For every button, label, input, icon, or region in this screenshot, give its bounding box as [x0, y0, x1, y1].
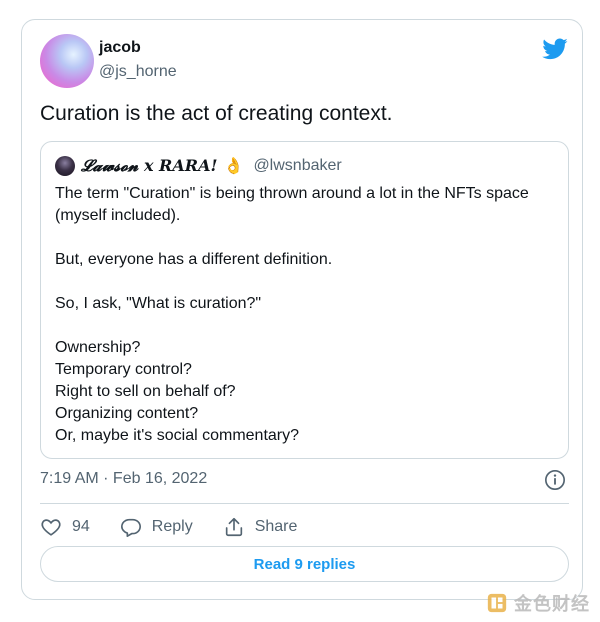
twitter-bird-icon[interactable] [542, 36, 568, 62]
quoted-author-handle[interactable]: @lwsnbaker [253, 157, 341, 175]
quoted-tweet-line: Ownership? [55, 339, 141, 356]
read-replies-button[interactable]: Read 9 replies [40, 546, 569, 582]
share-button[interactable]: Share [223, 516, 298, 538]
author-avatar[interactable] [40, 34, 94, 88]
quoted-author-name[interactable]: 𝓛𝓪𝔀𝓼𝓸𝓷 x RARA! [81, 156, 218, 176]
quoted-tweet-line: Organizing content? [55, 405, 199, 422]
watermark-text: 金色财经 [514, 594, 590, 614]
quoted-tweet-line: (myself included). [55, 207, 181, 224]
tweet-timestamp[interactable]: 7:19 AM · Feb 16, 2022 [40, 470, 207, 488]
heart-icon [41, 519, 61, 536]
quoted-tweet-line: Or, maybe it's social commentary? [55, 427, 300, 444]
ok-hand-emoji-icon: 👌 [223, 158, 244, 175]
quoted-tweet-line: Temporary control? [55, 361, 192, 378]
quoted-tweet-line: The term "Curation" is being thrown arou… [55, 185, 529, 202]
watermark: 金色财经 [486, 590, 590, 616]
info-icon[interactable] [544, 469, 566, 491]
like-count: 94 [72, 518, 90, 535]
tweet-actions: 94 Reply Share [40, 515, 327, 539]
quoted-tweet-text: The term "Curation" is being thrown arou… [55, 183, 555, 447]
watermark-logo-icon [487, 593, 507, 613]
share-icon [225, 517, 242, 537]
author-name[interactable]: jacob [99, 39, 141, 57]
share-label: Share [254, 518, 298, 535]
quoted-tweet[interactable]: 𝓛𝓪𝔀𝓼𝓸𝓷 x RARA! 👌 @lwsnbaker The term "Cu… [40, 141, 569, 459]
reply-bubble-icon [120, 518, 141, 537]
reply-label: Reply [151, 518, 193, 535]
author-handle[interactable]: @js_horne [99, 63, 177, 81]
tweet-card[interactable]: jacob @js_horne Curation is the act of c… [21, 19, 583, 600]
like-button[interactable]: 94 [40, 516, 90, 538]
divider [40, 503, 569, 504]
quoted-tweet-line: So, I ask, "What is curation?" [55, 295, 262, 312]
reply-button[interactable]: Reply [120, 516, 193, 538]
quoted-tweet-header: 𝓛𝓪𝔀𝓼𝓸𝓷 x RARA! 👌 @lwsnbaker [55, 155, 342, 177]
tweet-text: Curation is the act of creating context. [40, 102, 393, 125]
quoted-tweet-line: But, everyone has a different definition… [55, 251, 333, 268]
quoted-tweet-line: Right to sell on behalf of? [55, 383, 236, 400]
quoted-author-avatar[interactable] [55, 156, 75, 176]
